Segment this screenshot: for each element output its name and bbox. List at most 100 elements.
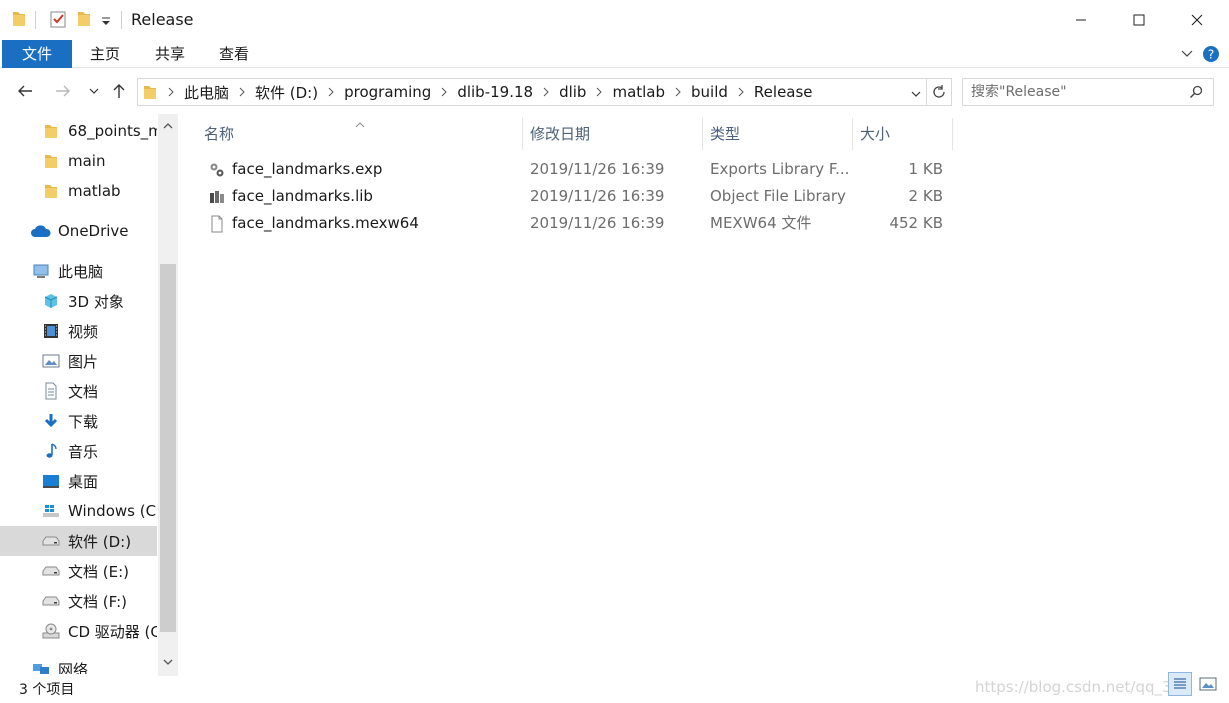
crumb-matlab[interactable]: matlab xyxy=(608,83,669,101)
tab-home[interactable]: 主页 xyxy=(80,40,130,68)
up-button[interactable] xyxy=(108,80,130,102)
table-row[interactable]: face_landmarks.mexw64 2019/11/26 16:39 M… xyxy=(200,210,960,237)
file-date: 2019/11/26 16:39 xyxy=(530,187,665,205)
address-history-chevron-icon[interactable] xyxy=(910,86,922,104)
sidebar-item-drive-f[interactable]: 文档 (F:) xyxy=(0,586,157,616)
file-type: Exports Library F... xyxy=(710,160,850,178)
new-folder-icon[interactable] xyxy=(75,9,93,31)
sidebar-item-label: 文档 (F:) xyxy=(68,592,127,611)
network-icon xyxy=(30,659,52,674)
chevron-right-icon[interactable] xyxy=(435,87,453,97)
file-name: face_landmarks.lib xyxy=(232,187,373,205)
sidebar-item-music[interactable]: 音乐 xyxy=(0,436,157,466)
customize-quick-access-icon[interactable] xyxy=(100,9,112,31)
scroll-down-arrow-icon[interactable] xyxy=(158,652,178,672)
properties-icon[interactable] xyxy=(48,9,68,31)
sort-ascending-icon xyxy=(355,114,365,132)
crumb-dlib-version[interactable]: dlib-19.18 xyxy=(453,83,537,101)
column-header-type[interactable]: 类型 xyxy=(702,118,852,150)
file-name-cell: face_landmarks.lib xyxy=(208,183,373,210)
crumb-dlib[interactable]: dlib xyxy=(555,83,590,101)
document-icon xyxy=(40,381,62,401)
sidebar-item-label: 68_points_m xyxy=(68,122,157,140)
column-header-size[interactable]: 大小 xyxy=(852,118,952,150)
sidebar-item-documents[interactable]: 文档 xyxy=(0,376,157,406)
refresh-button[interactable] xyxy=(927,78,952,106)
sidebar-item-onedrive[interactable]: OneDrive xyxy=(0,216,157,246)
search-input[interactable] xyxy=(971,83,1181,101)
sidebar-item-label: 下载 xyxy=(68,412,99,431)
folder-icon xyxy=(10,9,28,31)
folder-icon xyxy=(40,181,62,201)
sidebar-item-videos[interactable]: 视频 xyxy=(0,316,157,346)
crumb-this-pc[interactable]: 此电脑 xyxy=(180,82,233,103)
sidebar-item-label: Windows (C: xyxy=(68,502,157,520)
file-name: face_landmarks.mexw64 xyxy=(232,214,419,232)
sidebar-item-label: 图片 xyxy=(68,352,99,371)
sidebar-item-cd-drive[interactable]: CD 驱动器 (G xyxy=(0,616,157,646)
tab-file[interactable]: 文件 xyxy=(2,40,72,68)
sidebar-scroll-thumb[interactable] xyxy=(160,264,176,632)
refresh-icon xyxy=(933,85,945,98)
download-icon xyxy=(40,411,62,431)
forward-button[interactable] xyxy=(52,80,74,102)
sidebar-item-drive-e[interactable]: 文档 (E:) xyxy=(0,556,157,586)
table-row[interactable]: face_landmarks.lib 2019/11/26 16:39 Obje… xyxy=(200,183,960,210)
search-icon[interactable] xyxy=(1189,85,1203,103)
crumb-build[interactable]: build xyxy=(687,83,732,101)
sidebar-item-label: 视频 xyxy=(68,322,99,341)
sidebar-item-drive-c[interactable]: Windows (C: xyxy=(0,496,157,526)
sidebar-item-label: main xyxy=(68,152,106,170)
large-icons-view-button[interactable] xyxy=(1196,672,1220,696)
chevron-right-icon[interactable] xyxy=(233,87,251,97)
sidebar-item-label: 音乐 xyxy=(68,442,99,461)
file-date: 2019/11/26 16:39 xyxy=(530,160,665,178)
windows-drive-icon xyxy=(40,501,62,521)
sidebar-item-matlab[interactable]: matlab xyxy=(0,176,157,206)
sidebar-item-main[interactable]: main xyxy=(0,146,157,176)
tab-share[interactable]: 共享 xyxy=(145,40,195,68)
sidebar-item-label: OneDrive xyxy=(58,222,129,240)
sidebar-item-label: 文档 (E:) xyxy=(68,562,130,581)
item-count: 3 个项目 xyxy=(19,682,75,698)
scroll-up-arrow-icon[interactable] xyxy=(158,116,178,136)
maximize-button[interactable] xyxy=(1110,0,1168,40)
table-row[interactable]: face_landmarks.exp 2019/11/26 16:39 Expo… xyxy=(200,156,960,183)
drive-icon xyxy=(40,531,62,551)
chevron-right-icon[interactable] xyxy=(669,87,687,97)
sidebar-item-this-pc[interactable]: 此电脑 xyxy=(0,256,157,286)
chevron-right-icon[interactable] xyxy=(732,87,750,97)
column-header-date[interactable]: 修改日期 xyxy=(522,118,702,150)
chevron-right-icon[interactable] xyxy=(162,87,180,97)
address-bar[interactable]: 此电脑 软件 (D:) programing dlib-19.18 dlib m… xyxy=(137,78,927,106)
chevron-right-icon[interactable] xyxy=(537,87,555,97)
drive-icon xyxy=(40,591,62,611)
window-title: Release xyxy=(131,10,194,29)
expand-ribbon-icon[interactable] xyxy=(1180,46,1194,64)
sidebar-item-68-points[interactable]: 68_points_m xyxy=(0,116,157,146)
back-button[interactable] xyxy=(14,80,36,102)
crumb-programing[interactable]: programing xyxy=(340,83,435,101)
sidebar-item-label: 文档 xyxy=(68,382,99,401)
file-size: 452 KB xyxy=(889,214,943,232)
crumb-drive-d[interactable]: 软件 (D:) xyxy=(251,82,322,103)
details-view-icon xyxy=(1174,678,1186,689)
sidebar-item-desktop[interactable]: 桌面 xyxy=(0,466,157,496)
tab-view[interactable]: 查看 xyxy=(209,40,259,68)
sidebar-item-drive-d[interactable]: 软件 (D:) xyxy=(0,526,157,556)
file-type: Object File Library xyxy=(710,187,846,205)
details-view-button[interactable] xyxy=(1168,672,1192,696)
chevron-right-icon[interactable] xyxy=(590,87,608,97)
minimize-button[interactable] xyxy=(1052,0,1110,40)
sidebar-item-downloads[interactable]: 下载 xyxy=(0,406,157,436)
sidebar-item-pictures[interactable]: 图片 xyxy=(0,346,157,376)
crumb-release[interactable]: Release xyxy=(750,83,817,101)
file-type: MEXW64 文件 xyxy=(710,214,812,232)
sidebar-item-3d-objects[interactable]: 3D 对象 xyxy=(0,286,157,316)
recent-locations-button[interactable] xyxy=(84,80,104,102)
close-button[interactable] xyxy=(1168,0,1226,40)
sidebar-item-label: matlab xyxy=(68,182,121,200)
help-icon[interactable]: ? xyxy=(1201,44,1221,68)
sidebar-item-network[interactable]: 网络 xyxy=(0,654,157,674)
chevron-right-icon[interactable] xyxy=(322,87,340,97)
